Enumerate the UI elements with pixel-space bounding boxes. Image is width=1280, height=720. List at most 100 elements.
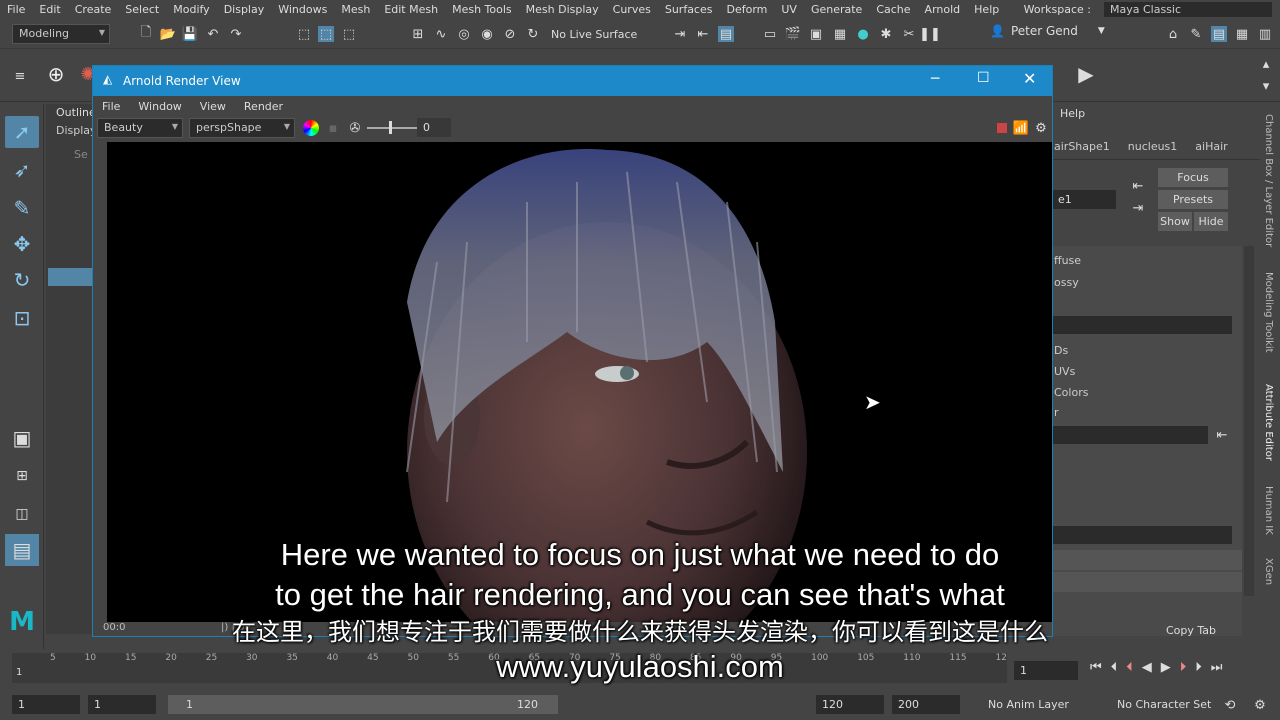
outliner-display-menu[interactable]: Display: [56, 124, 97, 137]
select-object-icon[interactable]: ⬚: [318, 26, 334, 42]
render-view-titlebar[interactable]: ◭ Arnold Render View ─ ☐ ✕: [93, 66, 1052, 96]
ae-help-menu[interactable]: Help: [1060, 107, 1085, 120]
side-tab-attribute-editor[interactable]: Attribute Editor: [1263, 384, 1274, 461]
output-ops-icon[interactable]: ⇤: [695, 26, 711, 42]
rotate-tool-icon[interactable]: ↻: [5, 264, 39, 296]
scale-tool-icon[interactable]: ⊡: [5, 302, 39, 334]
sidebar-toggle-icon[interactable]: ⌂: [1165, 26, 1181, 42]
menu-file[interactable]: File: [0, 3, 32, 16]
menu-mesh-display[interactable]: Mesh Display: [519, 3, 606, 16]
menu-curves[interactable]: Curves: [606, 3, 658, 16]
attribute-editor-icon[interactable]: ▤: [1211, 26, 1227, 42]
range-slider[interactable]: 1 120: [168, 695, 558, 714]
new-scene-icon[interactable]: 🗋: [138, 25, 154, 42]
channel-toggle-icon[interactable]: ▪: [325, 120, 341, 136]
auto-key-icon[interactable]: ⟲: [1222, 697, 1238, 713]
mode-dropdown[interactable]: Modeling: [12, 24, 110, 44]
stop-render-icon[interactable]: [997, 123, 1007, 133]
side-tab-channel-box[interactable]: Channel Box / Layer Editor: [1263, 114, 1274, 247]
maximize-icon[interactable]: ☐: [977, 70, 990, 86]
menu-windows[interactable]: Windows: [271, 3, 334, 16]
snap-view-icon[interactable]: ◉: [479, 26, 495, 42]
tool-settings-icon[interactable]: ▦: [1234, 26, 1250, 42]
light-editor-icon[interactable]: ✱: [878, 26, 894, 42]
pause-icon[interactable]: ❚❚: [919, 26, 941, 42]
ae-map-icon[interactable]: ⇤: [1214, 427, 1230, 443]
shelf-scroll-up-icon[interactable]: ▴: [1258, 56, 1274, 72]
menu-edit[interactable]: Edit: [32, 3, 67, 16]
menu-cache[interactable]: Cache: [869, 3, 917, 16]
menu-select[interactable]: Select: [118, 3, 166, 16]
layout-two-icon[interactable]: ◫: [5, 498, 39, 530]
menu-mesh[interactable]: Mesh: [334, 3, 377, 16]
select-tool-icon[interactable]: ➚: [5, 116, 39, 148]
side-tab-human-ik[interactable]: Human IK: [1263, 486, 1274, 535]
outliner-selected-row[interactable]: [48, 268, 96, 286]
exposure-value[interactable]: 0: [417, 118, 451, 137]
hypershade-icon[interactable]: ●: [855, 26, 871, 42]
tools-icon[interactable]: ✂: [901, 26, 917, 42]
shelf-menu-icon[interactable]: ≡: [12, 68, 28, 84]
user-account[interactable]: 👤 Peter Gend ▼: [990, 24, 1105, 38]
render-settings-icon[interactable]: ▤: [718, 26, 734, 42]
rv-menu-file[interactable]: File: [93, 100, 129, 113]
snap-curve-icon[interactable]: ∿: [433, 26, 449, 42]
ae-tab-nucleus[interactable]: nucleus1: [1128, 140, 1178, 159]
animation-end-field[interactable]: 200: [892, 695, 960, 714]
move-tool-icon[interactable]: ✥: [5, 228, 39, 260]
menu-create[interactable]: Create: [68, 3, 119, 16]
ae-focus-button[interactable]: Focus: [1158, 168, 1228, 187]
ae-node-name[interactable]: e1: [1052, 190, 1116, 209]
character-set-dropdown[interactable]: No Character Set: [1117, 698, 1211, 711]
ae-tab-hairshape[interactable]: airShape1: [1054, 140, 1110, 159]
save-scene-icon[interactable]: 💾: [182, 26, 198, 42]
outliner-search[interactable]: Se: [74, 148, 88, 161]
menu-arnold[interactable]: Arnold: [918, 3, 968, 16]
snap-surface-icon[interactable]: ⊘: [502, 26, 518, 42]
ipr-feed-icon[interactable]: 📶: [1013, 120, 1029, 136]
open-scene-icon[interactable]: 📂: [160, 26, 176, 42]
render-settings-gear-icon[interactable]: ⚙: [1033, 120, 1049, 136]
anim-prefs-icon[interactable]: ⚙: [1252, 697, 1268, 713]
ae-presets-arrow-icon[interactable]: ⇥: [1130, 200, 1146, 216]
exposure-slider[interactable]: [367, 127, 417, 129]
menu-mesh-tools[interactable]: Mesh Tools: [445, 3, 519, 16]
rv-menu-view[interactable]: View: [191, 100, 235, 113]
animation-start-field[interactable]: 1: [12, 695, 80, 714]
menu-uv[interactable]: UV: [774, 3, 804, 16]
arnold-render-icon[interactable]: ⊕: [48, 62, 65, 86]
aov-dropdown[interactable]: Beauty: [97, 118, 183, 138]
live-surface-label[interactable]: No Live Surface: [551, 28, 637, 41]
color-channels-icon[interactable]: [303, 120, 319, 136]
menu-deform[interactable]: Deform: [719, 3, 774, 16]
playback-start-field[interactable]: 1: [88, 695, 156, 714]
play-shelf-icon[interactable]: ▶: [1078, 62, 1094, 86]
layout-single-icon[interactable]: ▣: [5, 422, 39, 454]
select-hierarchy-icon[interactable]: ⬚: [296, 26, 312, 42]
ae-hide-button[interactable]: Hide: [1194, 212, 1228, 231]
minimize-icon[interactable]: ─: [931, 71, 939, 87]
select-component-icon[interactable]: ⬚: [341, 26, 357, 42]
menu-edit-mesh[interactable]: Edit Mesh: [377, 3, 445, 16]
exposure-slider-handle[interactable]: [389, 121, 392, 134]
modeling-toolkit-icon[interactable]: ✎: [1188, 26, 1204, 42]
render-frame-icon[interactable]: 🎬: [785, 26, 801, 42]
render-global-icon[interactable]: ▦: [832, 26, 848, 42]
history-icon[interactable]: ↻: [525, 26, 541, 42]
ae-presets-button[interactable]: Presets: [1158, 190, 1228, 209]
close-icon[interactable]: ✕: [1023, 69, 1036, 88]
exposure-icon[interactable]: ✇: [347, 120, 363, 136]
render-view-icon[interactable]: ▭: [762, 26, 778, 42]
ae-tab-aihair[interactable]: aiHair: [1195, 140, 1227, 159]
ae-focus-arrow-icon[interactable]: ⇤: [1130, 178, 1146, 194]
camera-dropdown[interactable]: perspShape: [189, 118, 295, 138]
anim-layer-dropdown[interactable]: No Anim Layer: [988, 698, 1069, 711]
menu-modify[interactable]: Modify: [166, 3, 216, 16]
menu-surfaces[interactable]: Surfaces: [658, 3, 720, 16]
workspace-dropdown[interactable]: Maya Classic: [1104, 2, 1272, 17]
input-ops-icon[interactable]: ⇥: [672, 26, 688, 42]
channel-box-icon[interactable]: ▥: [1257, 26, 1273, 42]
ae-field-1[interactable]: [1052, 316, 1232, 334]
side-tab-modeling-toolkit[interactable]: Modeling Toolkit: [1263, 272, 1274, 353]
snap-grid-icon[interactable]: ⊞: [410, 26, 426, 42]
